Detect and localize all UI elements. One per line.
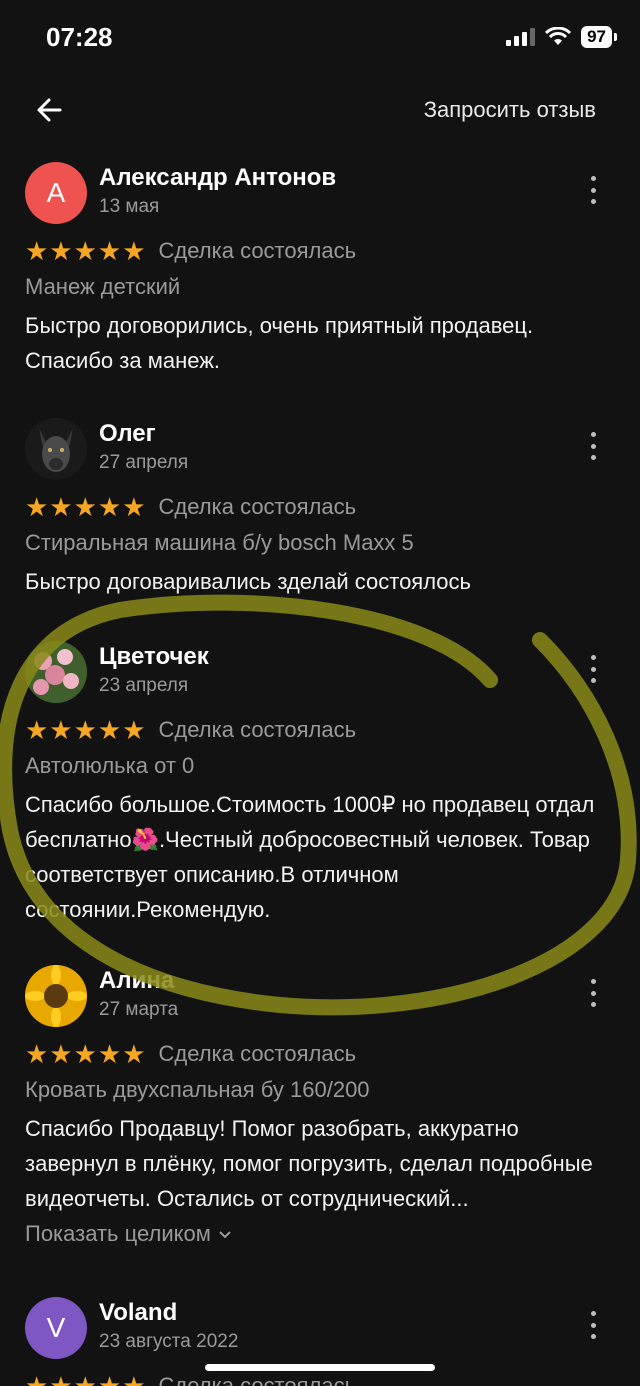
battery-icon: 97: [581, 26, 617, 48]
wifi-icon: [545, 27, 572, 45]
rating-row: ★★★★★ Сделка состоялась: [25, 238, 356, 264]
star-rating: ★★★★★: [25, 1039, 147, 1069]
item-title[interactable]: Кровать двухспальная бу 160/200: [25, 1077, 370, 1103]
deal-status: Сделка состоялась: [158, 717, 357, 742]
reviewer-name[interactable]: Цветочек: [99, 643, 209, 671]
item-title[interactable]: Манеж детский: [25, 274, 180, 300]
status-bar: 07:28 97: [0, 0, 640, 80]
deal-status: Сделка состоялась: [158, 494, 357, 519]
show-full-label: Показать целиком: [25, 1221, 211, 1246]
reviewer-name[interactable]: Voland: [99, 1299, 177, 1327]
review-text: Быстро договорились, очень приятный прод…: [25, 313, 534, 373]
show-full-button[interactable]: Показать целиком: [25, 1221, 233, 1247]
star-rating: ★★★★★: [25, 492, 147, 522]
top-bar: Запросить отзыв: [0, 80, 640, 140]
more-options-button[interactable]: [586, 979, 600, 1007]
dog-avatar-image: [25, 418, 87, 480]
review-date: 23 августа 2022: [99, 1331, 239, 1352]
rating-row: ★★★★★ Сделка состоялась: [25, 1373, 356, 1386]
rating-row: ★★★★★ Сделка состоялась: [25, 1041, 356, 1067]
item-title[interactable]: Стиральная машина б/у bosch Maxx 5: [25, 530, 414, 556]
review-date: 23 апреля: [99, 675, 189, 696]
review-text: Спасибо Продавцу! Помог разобрать, аккур…: [25, 1116, 593, 1211]
review-date: 27 марта: [99, 999, 179, 1020]
avatar[interactable]: [25, 965, 87, 1027]
deal-status: Сделка состоялась: [158, 1373, 357, 1386]
review-card: Олег 27 апреля ★★★★★ Сделка состоялась С…: [0, 418, 640, 608]
arrow-left-icon: [37, 98, 62, 122]
review-card: V Voland 23 августа 2022 ★★★★★ Сделка со…: [0, 1297, 640, 1386]
more-options-button[interactable]: [586, 432, 600, 460]
review-text: Быстро договаривались зделай состоялось: [25, 569, 471, 594]
review-card: А Александр Антонов 13 мая ★★★★★ Сделка …: [0, 162, 640, 382]
avatar[interactable]: А: [25, 162, 87, 224]
review-date: 27 апреля: [99, 452, 189, 473]
reviewer-name[interactable]: Алина: [99, 967, 174, 995]
status-time: 07:28: [46, 22, 113, 52]
sunflower-avatar-image: [25, 965, 87, 1027]
chevron-down-icon: [219, 1231, 231, 1239]
rating-row: ★★★★★ Сделка состоялась: [25, 717, 356, 743]
deal-status: Сделка состоялась: [158, 238, 357, 263]
back-button[interactable]: [30, 92, 70, 128]
reviewer-name[interactable]: Александр Антонов: [99, 164, 336, 192]
request-review-button[interactable]: Запросить отзыв: [424, 97, 596, 123]
review-card: Цветочек 23 апреля ★★★★★ Сделка состояла…: [0, 641, 640, 931]
review-date: 13 мая: [99, 196, 160, 217]
avatar-initial: V: [46, 1312, 66, 1343]
avatar[interactable]: [25, 418, 87, 480]
avatar[interactable]: V: [25, 1297, 87, 1359]
star-rating: ★★★★★: [25, 1371, 147, 1386]
cellular-signal-icon: [506, 28, 536, 46]
more-options-button[interactable]: [586, 1311, 600, 1339]
star-rating: ★★★★★: [25, 236, 147, 266]
reviewer-name[interactable]: Олег: [99, 420, 156, 448]
deal-status: Сделка состоялась: [158, 1041, 357, 1066]
avatar[interactable]: [25, 641, 87, 703]
review-text: Спасибо большое.Стоимость 1000₽ но прода…: [25, 792, 595, 922]
item-title[interactable]: Автолюлька от 0: [25, 753, 194, 779]
rating-row: ★★★★★ Сделка состоялась: [25, 494, 356, 520]
status-icons: 97: [506, 26, 617, 48]
more-options-button[interactable]: [586, 176, 600, 204]
home-indicator: [205, 1364, 435, 1371]
more-options-button[interactable]: [586, 655, 600, 683]
review-card: Алина 27 марта ★★★★★ Сделка состоялась К…: [0, 965, 640, 1265]
avatar-initial: А: [46, 177, 66, 208]
star-rating: ★★★★★: [25, 715, 147, 745]
flowers-avatar-image: [25, 641, 87, 703]
